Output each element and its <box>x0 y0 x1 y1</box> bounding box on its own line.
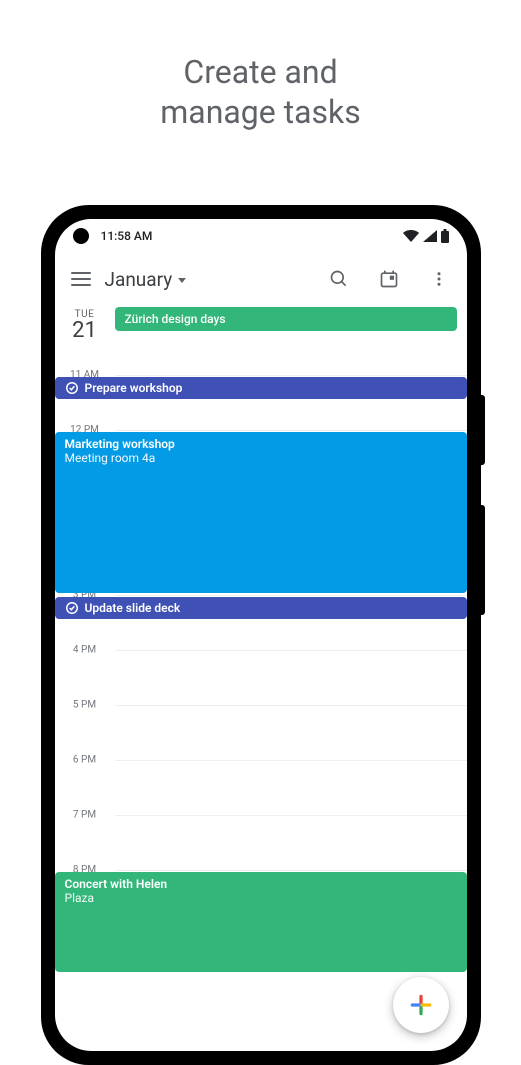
event-title: Concert with Helen <box>65 877 457 891</box>
event-concert[interactable]: Concert with Helen Plaza <box>55 872 467 972</box>
status-icons <box>403 229 449 243</box>
hour-label: 5 PM <box>55 700 115 711</box>
headline-line1: Create and <box>183 53 337 91</box>
create-fab[interactable] <box>393 977 449 1033</box>
month-picker[interactable]: January <box>105 268 187 291</box>
overflow-button[interactable] <box>421 261 457 297</box>
hour-line <box>115 375 467 376</box>
promo-headline: Create and manage tasks <box>0 0 521 132</box>
hour-line <box>115 650 467 651</box>
battery-icon <box>441 229 449 243</box>
hour-label: 4 PM <box>55 645 115 656</box>
hour-line <box>115 815 467 816</box>
calendar-today-icon <box>379 269 399 289</box>
event-task-prepare[interactable]: Prepare workshop <box>55 377 467 399</box>
day-header: TUE 21 <box>55 309 115 343</box>
month-label: January <box>105 268 173 291</box>
search-button[interactable] <box>321 261 357 297</box>
menu-button[interactable] <box>71 272 91 286</box>
status-bar: 11:58 AM <box>55 219 467 253</box>
chevron-down-icon <box>178 278 186 283</box>
day-number: 21 <box>55 318 115 343</box>
phone-frame: 11:58 AM January <box>41 205 481 1065</box>
hour-label: 6 PM <box>55 755 115 766</box>
event-title: Marketing workshop <box>65 437 457 451</box>
event-location: Meeting room 4a <box>65 451 457 465</box>
event-title: Prepare workshop <box>85 381 183 395</box>
event-allday[interactable]: Zürich design days <box>115 307 457 331</box>
headline-line2: manage tasks <box>160 93 361 131</box>
event-marketing[interactable]: Marketing workshop Meeting room 4a <box>55 432 467 593</box>
hour-label: 7 PM <box>55 810 115 821</box>
event-title: Zürich design days <box>125 312 226 326</box>
hour-line <box>115 595 467 596</box>
phone-screen: 11:58 AM January <box>55 219 467 1051</box>
phone-side-button <box>481 395 485 465</box>
search-icon <box>329 269 349 289</box>
today-button[interactable] <box>371 261 407 297</box>
app-bar: January <box>55 253 467 305</box>
event-location: Plaza <box>65 891 457 905</box>
more-vert-icon <box>430 270 448 288</box>
task-check-icon <box>65 381 79 395</box>
hour-line <box>115 705 467 706</box>
status-time: 11:58 AM <box>101 229 153 243</box>
hour-line <box>115 430 467 431</box>
task-check-icon <box>65 601 79 615</box>
camera-hole <box>73 228 89 244</box>
calendar-body[interactable]: TUE 21 Zürich design days 11 AM 12 PM 1 … <box>55 305 467 1051</box>
phone-side-button <box>481 505 485 615</box>
hour-line <box>115 760 467 761</box>
event-title: Update slide deck <box>85 601 181 615</box>
hour-line <box>115 870 467 871</box>
cell-signal-icon <box>423 230 437 242</box>
wifi-icon <box>403 230 419 242</box>
plus-icon <box>408 992 434 1018</box>
event-task-update[interactable]: Update slide deck <box>55 597 467 619</box>
